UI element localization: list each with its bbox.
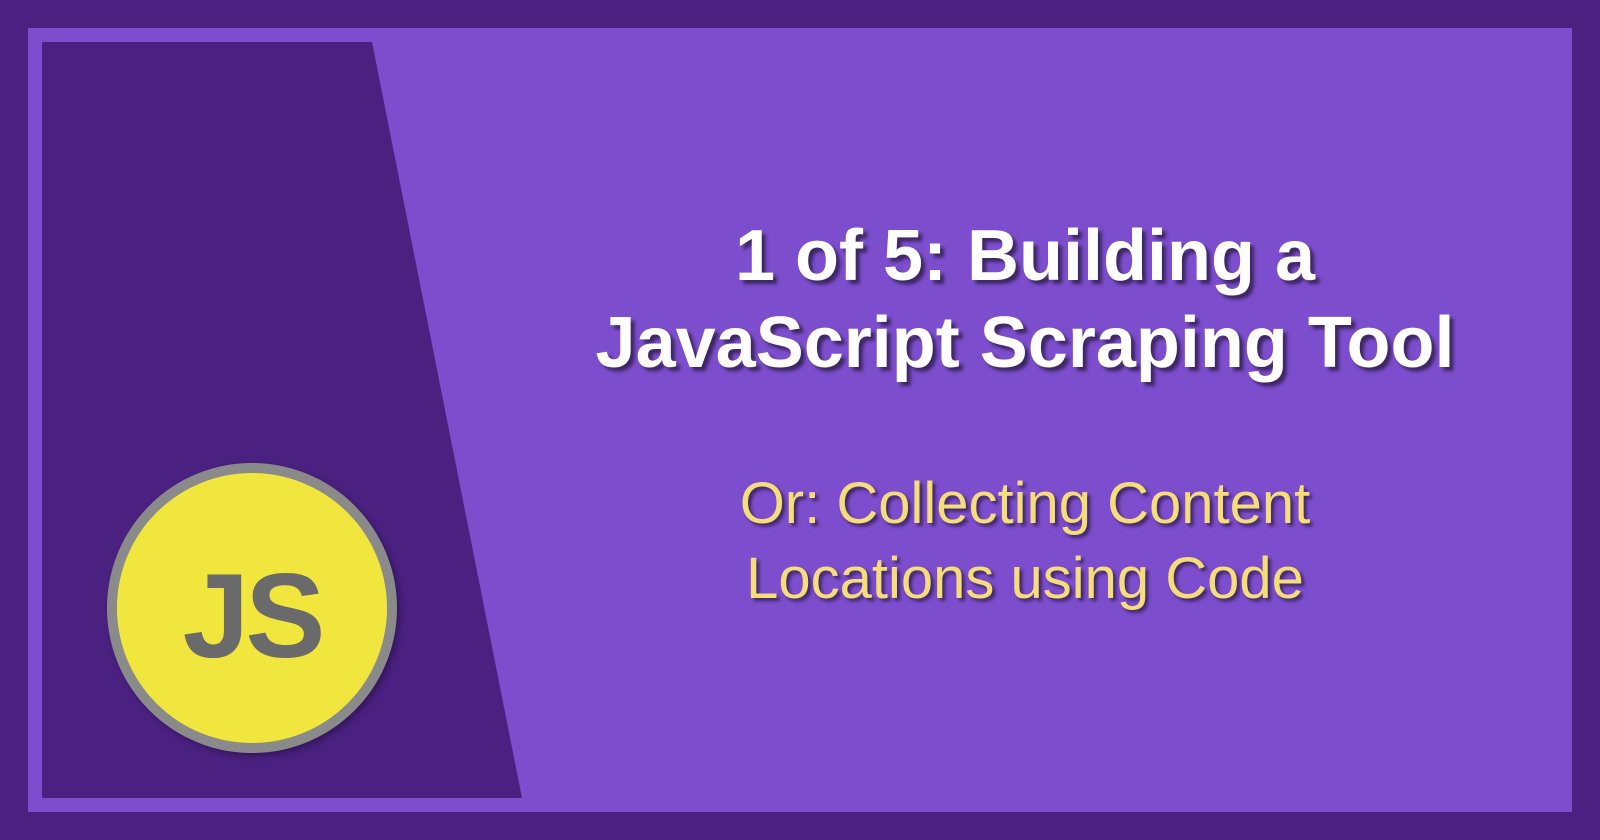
slide-inner: JS 1 of 5: Building a JavaScript Scrapin… bbox=[28, 28, 1572, 812]
content-area: 1 of 5: Building a JavaScript Scraping T… bbox=[522, 42, 1528, 798]
title-line-1: 1 of 5: Building a bbox=[735, 216, 1315, 296]
slide-title: 1 of 5: Building a JavaScript Scraping T… bbox=[522, 213, 1528, 386]
js-badge-icon: JS bbox=[107, 463, 397, 753]
subtitle-line-1: Or: Collecting Content bbox=[740, 471, 1311, 536]
slide-subtitle: Or: Collecting Content Locations using C… bbox=[522, 466, 1528, 617]
subtitle-line-2: Locations using Code bbox=[746, 546, 1304, 611]
js-badge-text: JS bbox=[183, 547, 322, 685]
title-line-2: JavaScript Scraping Tool bbox=[596, 303, 1455, 383]
slide-frame: JS 1 of 5: Building a JavaScript Scrapin… bbox=[0, 0, 1600, 840]
